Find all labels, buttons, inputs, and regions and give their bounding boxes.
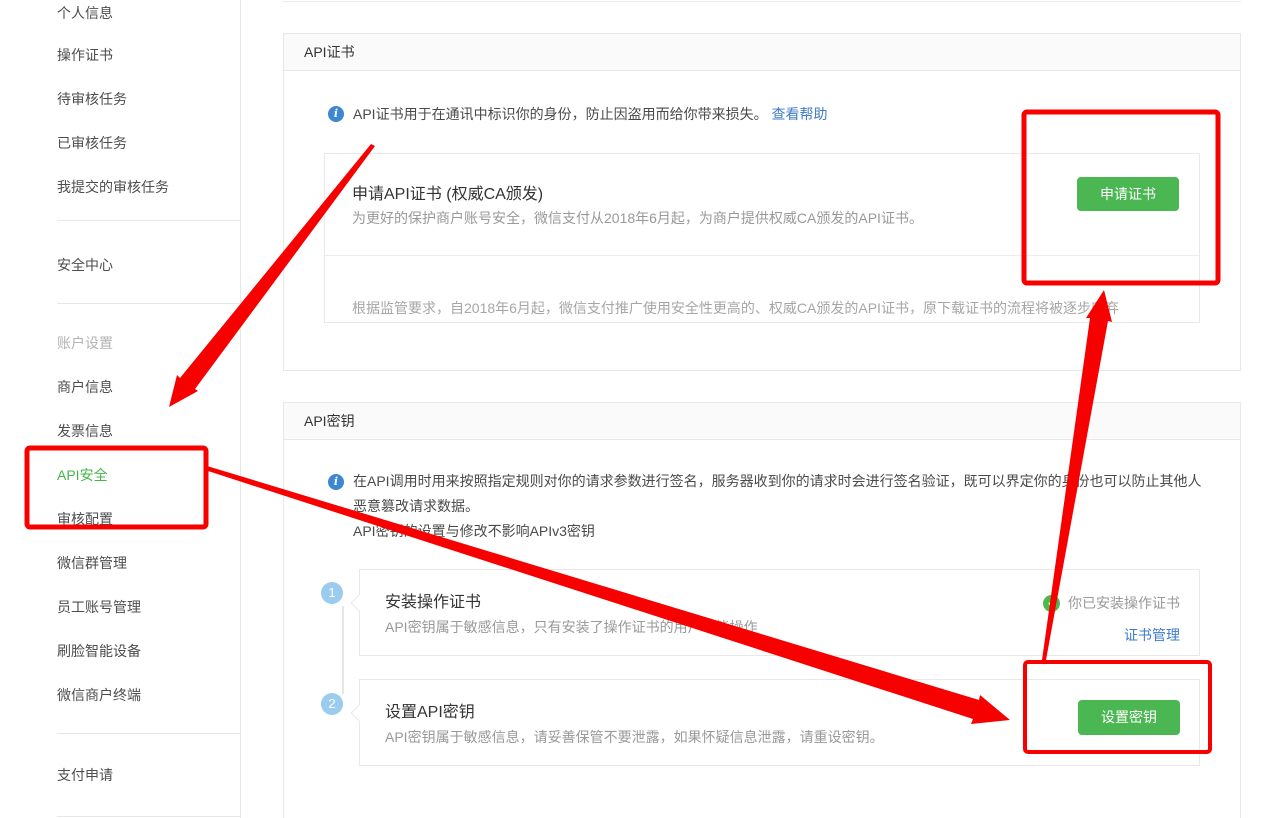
sidebar-divider: [57, 733, 240, 734]
sidebar-divider: [57, 816, 240, 817]
sidebar-item-wechat-group[interactable]: 微信群管理: [57, 553, 127, 573]
sidebar-item-personal-info[interactable]: 个人信息: [57, 3, 113, 23]
sidebar-item-invoice-info[interactable]: 发票信息: [57, 421, 113, 441]
cert-manage-link[interactable]: 证书管理: [1124, 625, 1180, 645]
api-key-panel-title: API密钥: [284, 403, 1240, 440]
sidebar-section-account-settings: 账户设置: [57, 333, 113, 353]
step-1-title: 安装操作证书: [385, 588, 481, 612]
cert-installed-status: ✓ 你已安装操作证书: [1043, 593, 1180, 613]
sidebar-item-reviewed[interactable]: 已审核任务: [57, 133, 127, 153]
sidebar-divider: [57, 220, 240, 221]
previous-panel-bottom-edge: [283, 1, 1241, 2]
step-2-card: 设置API密钥 API密钥属于敏感信息，请妥善保管不要泄露，如果怀疑信息泄露，请…: [359, 679, 1200, 766]
api-cert-info-row: API证书用于在通讯中标识你的身份，防止因盗用而给你带来损失。 查看帮助: [353, 103, 827, 125]
api-cert-info-text: API证书用于在通讯中标识你的身份，防止因盗用而给你带来损失。: [353, 106, 768, 122]
sidebar-item-face-devices[interactable]: 刷脸智能设备: [57, 641, 141, 661]
step-1-desc: API密钥属于敏感信息，只有安装了操作证书的用户才能操作: [385, 617, 758, 637]
api-cert-panel: API证书 i API证书用于在通讯中标识你的身份，防止因盗用而给你带来损失。 …: [283, 33, 1241, 371]
step-1-card: 安装操作证书 API密钥属于敏感信息，只有安装了操作证书的用户才能操作 ✓ 你已…: [359, 569, 1200, 656]
api-cert-panel-title: API证书: [284, 34, 1240, 71]
step-2-title: 设置API密钥: [385, 698, 475, 722]
api-key-info-row: 在API调用时用来按照指定规则对你的请求参数进行签名，服务器收到你的请求时会进行…: [353, 469, 1208, 544]
cert-installed-text: 你已安装操作证书: [1068, 593, 1180, 613]
step-1-badge: 1: [321, 582, 343, 604]
card-caret: [351, 705, 368, 722]
sidebar-item-pending-review[interactable]: 待审核任务: [57, 89, 127, 109]
sidebar-divider: [57, 303, 240, 304]
cert-regulation-note: 根据监管要求，自2018年6月起，微信支付推广使用安全性更高的、权威CA颁发的A…: [352, 298, 1119, 318]
card-caret: [351, 595, 368, 612]
sidebar-item-my-submitted[interactable]: 我提交的审核任务: [57, 177, 169, 197]
api-key-info-line1: 在API调用时用来按照指定规则对你的请求参数进行签名，服务器收到你的请求时会进行…: [353, 469, 1208, 519]
help-link[interactable]: 查看帮助: [771, 106, 827, 122]
step-connector-line: [342, 606, 344, 694]
apply-cert-title: 申请API证书 (权威CA颁发): [352, 180, 543, 204]
info-icon: i: [328, 106, 344, 122]
card-divider: [325, 255, 1199, 256]
api-key-info-line2: API密钥的设置与修改不影响APIv3密钥: [353, 519, 1208, 544]
apply-cert-button[interactable]: 申请证书: [1077, 177, 1179, 211]
sidebar-item-api-security[interactable]: API安全: [57, 465, 108, 485]
set-api-key-button[interactable]: 设置密钥: [1078, 700, 1180, 735]
sidebar-item-merchant-terminal[interactable]: 微信商户终端: [57, 685, 141, 705]
sidebar-item-security-center[interactable]: 安全中心: [57, 255, 113, 275]
apply-cert-card: 申请API证书 (权威CA颁发) 为更好的保护商户账号安全，微信支付从2018年…: [324, 153, 1200, 323]
step-2-badge: 2: [321, 693, 343, 715]
sidebar-item-operation-cert[interactable]: 操作证书: [57, 45, 113, 65]
sidebar-item-payment-apply[interactable]: 支付申请: [57, 765, 113, 785]
check-circle-icon: ✓: [1043, 595, 1060, 612]
api-key-panel: API密钥 i 在API调用时用来按照指定规则对你的请求参数进行签名，服务器收到…: [283, 402, 1241, 818]
sidebar: 个人信息 操作证书 待审核任务 已审核任务 我提交的审核任务 安全中心 账户设置…: [0, 0, 241, 818]
sidebar-item-review-config[interactable]: 审核配置: [57, 509, 113, 529]
apply-cert-desc: 为更好的保护商户账号安全，微信支付从2018年6月起，为商户提供权威CA颁发的A…: [352, 208, 923, 228]
info-icon: i: [328, 474, 344, 490]
sidebar-item-staff-accounts[interactable]: 员工账号管理: [57, 597, 141, 617]
step-2-desc: API密钥属于敏感信息，请妥善保管不要泄露，如果怀疑信息泄露，请重设密钥。: [385, 727, 884, 747]
sidebar-item-merchant-info[interactable]: 商户信息: [57, 377, 113, 397]
